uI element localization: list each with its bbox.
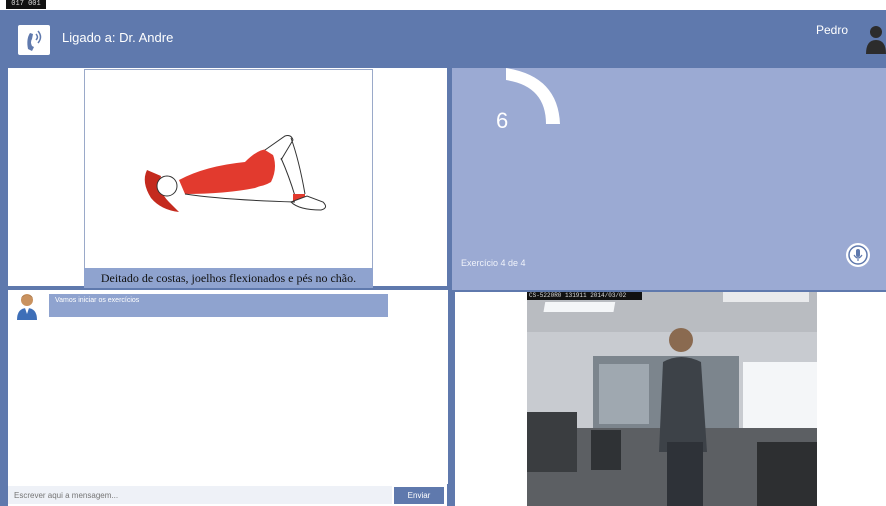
progress-ring — [506, 68, 560, 124]
chat-message: Vamos iniciar os exercícios — [49, 294, 388, 317]
chat-panel — [8, 290, 448, 484]
microphone-icon — [848, 245, 868, 265]
camera-timestamp: CS-5220R0 131911 2014/03/02 — [527, 292, 642, 300]
exercise-progress-label: Exercício 4 de 4 — [461, 258, 526, 268]
connection-label: Ligado a: Dr. Andre — [62, 30, 174, 45]
recording-indicator: 017 001 — [6, 0, 46, 9]
top-strip: 017 001 — [0, 0, 886, 10]
exercise-caption: Deitado de costas, joelhos flexionados e… — [84, 268, 373, 288]
doctor-avatar-icon — [15, 292, 39, 320]
microphone-button[interactable] — [846, 243, 870, 267]
user-silhouette-icon[interactable] — [866, 24, 886, 54]
repetition-counter: 6 — [496, 108, 509, 133]
phone-signal-icon[interactable] — [18, 25, 50, 55]
message-input[interactable] — [8, 486, 392, 504]
send-button[interactable]: Enviar — [394, 487, 444, 504]
frame-divider — [448, 290, 455, 506]
camera-feed — [527, 292, 817, 506]
exercise-illustration — [84, 69, 373, 285]
user-name: Pedro — [816, 23, 849, 37]
